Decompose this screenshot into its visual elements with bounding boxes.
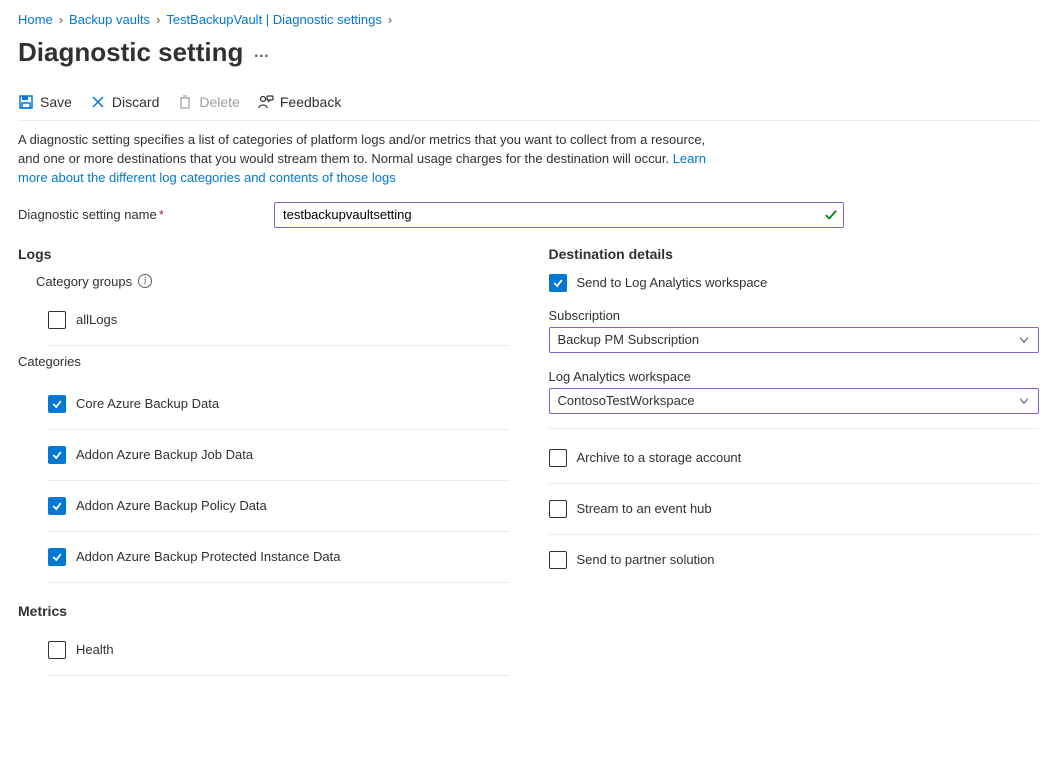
discard-label: Discard	[112, 94, 159, 110]
destination-heading: Destination details	[549, 246, 1040, 262]
category-label: Core Azure Backup Data	[76, 396, 219, 411]
category-row: Core Azure Backup Data	[48, 379, 509, 430]
event-hub-label: Stream to an event hub	[577, 501, 712, 516]
metric-health-checkbox[interactable]	[48, 641, 66, 659]
chevron-down-icon	[1018, 395, 1030, 407]
workspace-label: Log Analytics workspace	[549, 369, 1040, 384]
category-row: Addon Azure Backup Protected Instance Da…	[48, 532, 509, 583]
log-analytics-row: Send to Log Analytics workspace	[549, 274, 1040, 308]
save-button[interactable]: Save	[18, 94, 72, 110]
archive-storage-row: Archive to a storage account	[549, 433, 1040, 484]
breadcrumb: Home › Backup vaults › TestBackupVault |…	[18, 12, 1039, 27]
description-text: A diagnostic setting specifies a list of…	[18, 131, 718, 188]
metric-row: Health	[48, 631, 509, 676]
chevron-right-icon: ›	[388, 12, 392, 27]
save-label: Save	[40, 94, 72, 110]
page-title: Diagnostic setting …	[18, 37, 1039, 68]
subscription-value: Backup PM Subscription	[558, 332, 700, 347]
categories-label: Categories	[18, 354, 509, 369]
partner-solution-checkbox[interactable]	[549, 551, 567, 569]
event-hub-checkbox[interactable]	[549, 500, 567, 518]
discard-button[interactable]: Discard	[90, 94, 159, 110]
feedback-button[interactable]: Feedback	[258, 94, 341, 110]
category-label: Addon Azure Backup Policy Data	[76, 498, 267, 513]
trash-icon	[177, 94, 193, 110]
setting-name-input[interactable]	[274, 202, 844, 228]
metric-label: Health	[76, 642, 114, 657]
required-indicator: *	[159, 207, 164, 222]
person-feedback-icon	[258, 94, 274, 110]
divider	[18, 120, 1039, 121]
partner-solution-label: Send to partner solution	[577, 552, 715, 567]
category-checkbox-job[interactable]	[48, 446, 66, 464]
feedback-label: Feedback	[280, 94, 341, 110]
subscription-label: Subscription	[549, 308, 1040, 323]
chevron-down-icon	[1018, 334, 1030, 346]
category-checkbox-core[interactable]	[48, 395, 66, 413]
category-row: Addon Azure Backup Job Data	[48, 430, 509, 481]
workspace-select[interactable]: ContosoTestWorkspace	[549, 388, 1040, 414]
delete-label: Delete	[199, 94, 239, 110]
breadcrumb-item-backup-vaults[interactable]: Backup vaults	[69, 12, 150, 27]
archive-storage-checkbox[interactable]	[549, 449, 567, 467]
checkmark-icon	[824, 208, 838, 222]
metrics-heading: Metrics	[18, 603, 509, 619]
more-icon[interactable]: …	[253, 44, 269, 62]
logs-heading: Logs	[18, 246, 509, 262]
all-logs-checkbox[interactable]	[48, 311, 66, 329]
toolbar: Save Discard Delete Feedback	[18, 80, 1039, 120]
send-log-analytics-checkbox[interactable]	[549, 274, 567, 292]
workspace-value: ContosoTestWorkspace	[558, 393, 695, 408]
breadcrumb-item-diagnostic-settings[interactable]: TestBackupVault | Diagnostic settings	[166, 12, 382, 27]
delete-button: Delete	[177, 94, 239, 110]
category-checkbox-protected-instance[interactable]	[48, 548, 66, 566]
description-body: A diagnostic setting specifies a list of…	[18, 132, 705, 166]
partner-solution-row: Send to partner solution	[549, 535, 1040, 585]
subscription-select[interactable]: Backup PM Subscription	[549, 327, 1040, 353]
all-logs-label: allLogs	[76, 312, 117, 327]
save-icon	[18, 94, 34, 110]
chevron-right-icon: ›	[59, 12, 63, 27]
chevron-right-icon: ›	[156, 12, 160, 27]
page-title-text: Diagnostic setting	[18, 37, 243, 68]
breadcrumb-item-home[interactable]: Home	[18, 12, 53, 27]
category-label: Addon Azure Backup Job Data	[76, 447, 253, 462]
setting-name-label: Diagnostic setting name*	[18, 207, 274, 222]
category-checkbox-policy[interactable]	[48, 497, 66, 515]
all-logs-row: allLogs	[48, 301, 509, 346]
category-row: Addon Azure Backup Policy Data	[48, 481, 509, 532]
archive-storage-label: Archive to a storage account	[577, 450, 742, 465]
info-icon[interactable]: i	[138, 274, 152, 288]
event-hub-row: Stream to an event hub	[549, 484, 1040, 535]
send-log-analytics-label: Send to Log Analytics workspace	[577, 275, 768, 290]
setting-name-row: Diagnostic setting name*	[18, 202, 1039, 228]
close-icon	[90, 94, 106, 110]
category-groups-label: Category groups i	[36, 274, 509, 289]
category-label: Addon Azure Backup Protected Instance Da…	[76, 549, 341, 564]
